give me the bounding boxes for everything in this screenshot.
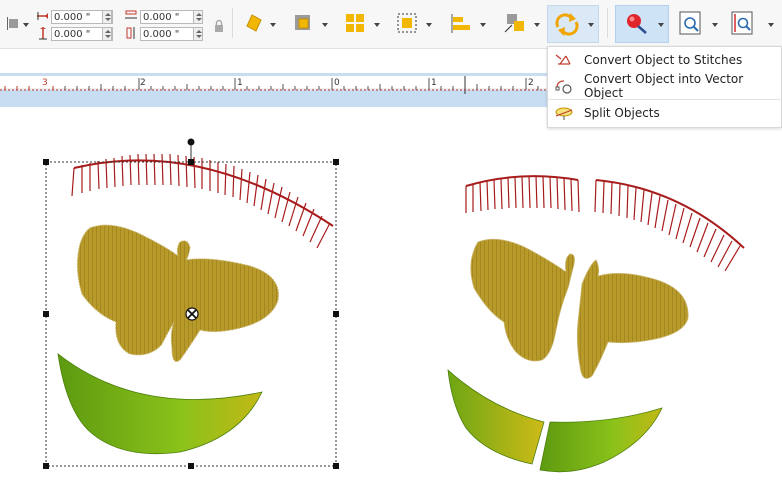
convert-object-button[interactable] [547,5,599,43]
ruler-label: 0 [334,78,340,88]
height-spinner[interactable] [193,27,203,41]
toolbar-separator [607,8,608,38]
magic-wand-icon [627,14,664,34]
align-objects-button[interactable] [448,12,488,36]
rotate-diamond-icon [246,14,276,32]
height-icon [126,27,135,39]
embroidery-design-left[interactable] [43,138,339,470]
menu-item-split-objects[interactable]: Split Objects [548,101,782,125]
embroidery-design-right[interactable] [447,175,745,473]
distribute-objects-button[interactable] [502,12,542,36]
toolbar-separator [232,8,233,38]
zoom-measure-button[interactable] [728,8,780,40]
menu-item-label: Split Objects [584,106,660,120]
zoom-button[interactable] [676,8,722,40]
ruler-ticks [0,76,548,94]
position-y-icon [39,27,47,40]
design-canvas[interactable] [0,108,782,496]
group-objects-icon [346,14,380,32]
width-spinner[interactable] [193,10,203,24]
menu-item-label: Convert Object to Stitches [584,53,743,67]
eyelash-stitches-left-part[interactable] [465,175,580,213]
butterfly-left-part[interactable] [470,238,575,362]
eyelash-stitches-right-part[interactable] [594,179,745,272]
distribute-objects-icon [504,14,540,33]
ruler-label: 1 [237,78,243,88]
menu-item-convert-to-stitches[interactable]: Convert Object to Stitches [548,48,782,72]
ungroup-objects-icon [397,13,432,33]
arrange-order-button[interactable] [290,12,330,36]
align-left-button[interactable] [6,15,32,33]
convert-object-icon [555,13,594,36]
convert-dropdown-menu: Convert Object to Stitches Convert Objec… [547,46,782,128]
toolbar: 0.000 " 0.000 " 0.000 " 0.000 " [0,0,782,49]
lock-icon[interactable] [213,19,225,33]
position-x-icon [37,12,48,20]
menu-item-label: Convert Object into Vector Object [584,72,744,100]
ruler-label: 2 [140,78,146,88]
width-icon [125,10,137,19]
position-y-spinner[interactable] [102,27,112,41]
menu-item-convert-to-vector[interactable]: Convert Object into Vector Object [548,72,782,100]
magic-wand-button[interactable] [615,5,669,43]
leaf-stitches[interactable] [57,353,263,455]
split-objects-icon [554,105,574,121]
butterfly-stitches[interactable] [76,224,279,362]
leaf-left-part[interactable] [447,368,545,465]
center-cross-icon[interactable] [185,307,199,321]
zoom-icon [679,11,718,35]
ruler-label: 1 [431,78,437,88]
butterfly-right-part[interactable] [576,259,689,379]
zoom-measure-icon [731,11,774,35]
leaf-right-part[interactable] [539,407,663,473]
align-objects-icon [451,14,486,33]
align-left-icon [7,17,29,30]
arrange-order-icon [295,15,328,30]
ruler-label: 2 [528,78,534,88]
position-x-spinner[interactable] [102,10,112,24]
ruler-label: 3 [42,78,48,88]
convert-to-stitches-icon [554,52,574,68]
ungroup-objects-button[interactable] [394,12,434,36]
group-objects-button[interactable] [342,12,382,36]
convert-to-vector-icon [554,78,574,94]
menu-separator [548,99,782,100]
rotate-button[interactable] [240,12,278,36]
